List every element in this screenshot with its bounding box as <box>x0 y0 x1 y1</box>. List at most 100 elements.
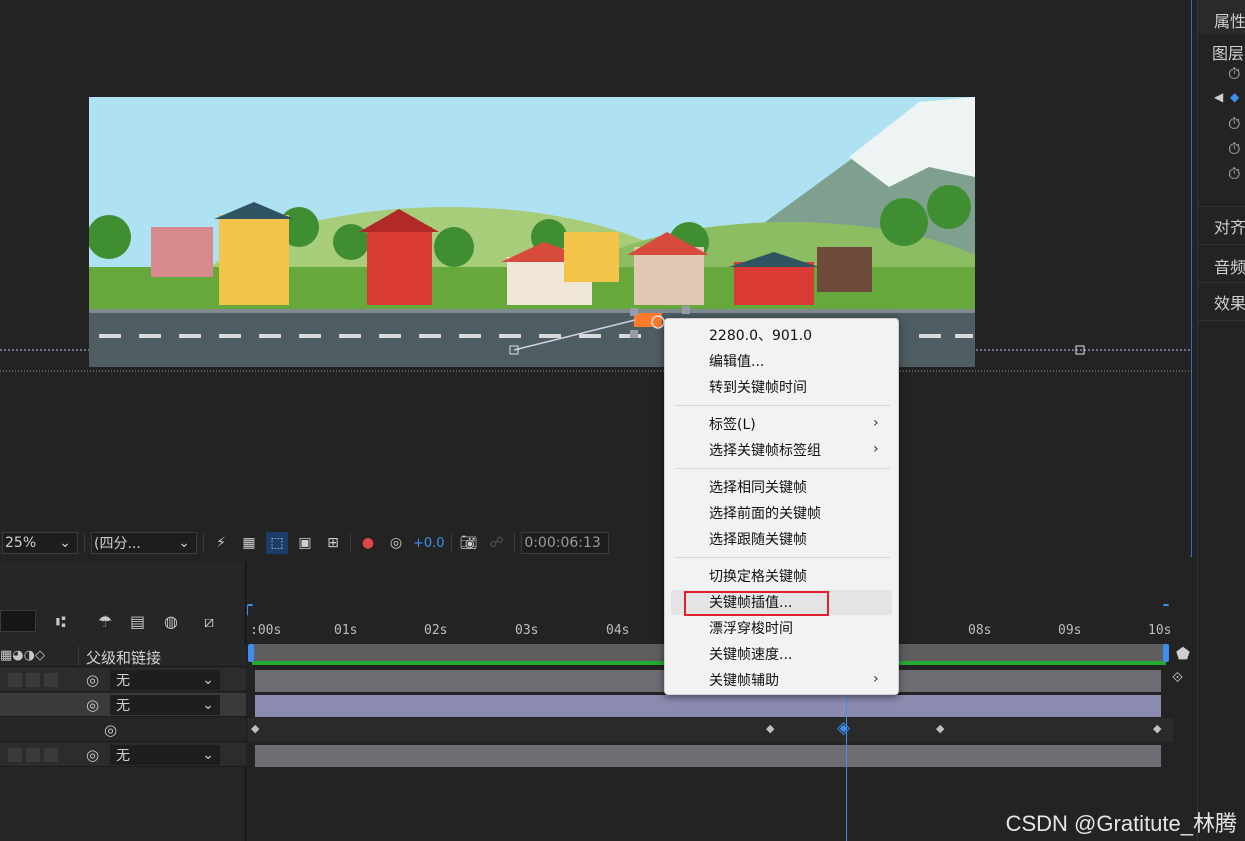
property-row[interactable]: ◎ <box>0 718 246 742</box>
parent-link-column-header[interactable]: 父级和链接 <box>86 647 161 668</box>
layer-row[interactable]: ◎ 无 ⌄ <box>0 668 246 692</box>
marker-icon[interactable]: ⬟ <box>1176 644 1190 663</box>
solo-switch[interactable] <box>44 698 58 712</box>
menu-item-label[interactable]: 标签(L) <box>709 413 756 437</box>
motion-blur-icon[interactable]: ◍ <box>164 612 178 631</box>
tick-label: 04s <box>606 623 630 638</box>
comp-end-marker[interactable] <box>1163 644 1169 662</box>
graph-editor-icon[interactable]: ⧄ <box>204 612 214 632</box>
parent-dropdown[interactable]: 无 ⌄ <box>110 745 220 765</box>
stopwatch-icon[interactable]: ⏱︎ <box>1228 64 1240 84</box>
audio-switch[interactable] <box>26 748 40 762</box>
transparency-grid-icon[interactable]: ▦ <box>238 532 260 554</box>
divider <box>1198 282 1245 283</box>
region-icon[interactable]: ▣ <box>294 532 316 554</box>
chevron-down-icon: ⌄ <box>202 747 214 763</box>
divider <box>203 533 204 553</box>
color-management-icon[interactable]: ◎ <box>385 532 407 554</box>
mask-path-icon[interactable]: ⬚ <box>266 532 288 554</box>
keyframe-diamond-icon[interactable]: ◆ <box>1153 722 1161 735</box>
stopwatch-icon[interactable]: ⏱︎ <box>1228 164 1240 184</box>
video-switch[interactable] <box>8 748 22 762</box>
menu-item-select-following-keyframes[interactable]: 选择跟随关键帧 <box>709 528 807 552</box>
comp-start-marker[interactable] <box>248 644 254 662</box>
menu-item-go-to-keyframe-time[interactable]: 转到关键帧时间 <box>709 376 807 400</box>
show-snapshot-icon[interactable]: ☍ <box>486 532 508 554</box>
parent-dropdown[interactable]: 无 ⌄ <box>110 670 220 690</box>
keyframe-navigator-icon[interactable]: ⟐ <box>1172 670 1183 686</box>
pick-whip-icon[interactable]: ◎ <box>86 746 99 764</box>
keyframe-diamond-icon[interactable]: ◆ <box>1230 90 1239 104</box>
keyframe-diamond-icon[interactable]: ◆ <box>936 722 944 735</box>
align-panel-tab[interactable]: 对齐 <box>1214 214 1245 238</box>
tick-label: 03s <box>515 623 539 638</box>
audio-panel-tab[interactable]: 音频 <box>1214 254 1245 278</box>
menu-item-select-label-group[interactable]: 选择关键帧标签组 <box>709 439 821 463</box>
fast-preview-icon[interactable]: ⚡ <box>210 532 232 554</box>
composition-viewer[interactable]: 25% ⌄ (四分... ⌄ ⚡ ▦ ⬚ ▣ ⊞ ● ◎ +0.0 📷︎ ☍ 0… <box>0 0 1192 557</box>
resolution-value: (四分... <box>94 536 141 552</box>
selected-keyframe-icon[interactable]: ◈ <box>837 718 850 738</box>
solo-switch[interactable] <box>44 748 58 762</box>
divider <box>450 533 452 553</box>
menu-separator <box>675 405 890 406</box>
shy-layers-icon[interactable]: ☂ <box>98 612 112 631</box>
menu-item-toggle-hold-keyframe[interactable]: 切换定格关键帧 <box>709 565 807 589</box>
menu-item-select-previous-keyframes[interactable]: 选择前面的关键帧 <box>709 502 821 526</box>
menu-item-keyframe-assistant[interactable]: 关键帧辅助 <box>709 669 779 693</box>
divider <box>513 533 515 553</box>
color-channels-icon[interactable]: ● <box>357 532 379 554</box>
layer-section-label[interactable]: 图层 <box>1212 40 1244 64</box>
menu-item-edit-value[interactable]: 编辑值... <box>709 350 764 374</box>
layer-track-bar-selected[interactable] <box>255 695 1161 717</box>
menu-item-value[interactable]: 2280.0、901.0 <box>709 324 812 348</box>
pick-whip-icon[interactable]: ◎ <box>104 721 117 739</box>
layer-row[interactable]: ◎ 无 ⌄ <box>0 743 246 767</box>
keyframe-context-menu: 2280.0、901.0 编辑值... 转到关键帧时间 标签(L) › 选择关键… <box>664 318 899 695</box>
pick-whip-icon[interactable]: ◎ <box>86 696 99 714</box>
layer-track-bar[interactable] <box>255 745 1161 767</box>
watermark: CSDN @Gratitute_林腾 <box>1005 811 1237 836</box>
divider <box>350 533 351 553</box>
camera-snapshot-icon[interactable]: 📷︎ <box>458 532 480 554</box>
current-time-field[interactable]: 0:00:06:13 <box>520 532 609 554</box>
pick-whip-icon[interactable]: ◎ <box>86 671 99 689</box>
divider <box>84 533 85 553</box>
audio-switch[interactable] <box>26 698 40 712</box>
guides-icon[interactable]: ⊞ <box>322 532 344 554</box>
menu-separator <box>675 557 890 558</box>
panel-title[interactable]: 属性 <box>1214 8 1245 32</box>
prev-keyframe-icon[interactable]: ◀ <box>1214 90 1223 104</box>
exposure-value[interactable]: +0.0 <box>413 536 445 551</box>
layer-list: ⑆ ☂ ▤ ◍ ⧄ ▦◕◑◇ 父级和链接 ◎ 无 ⌄ ◎ 无 ⌄ ◎ ◎ 无 ⌄ <box>0 562 246 841</box>
switches-icons: ▦◕◑◇ <box>0 648 45 663</box>
chevron-down-icon: ⌄ <box>202 697 214 713</box>
video-switch[interactable] <box>8 673 22 687</box>
zoom-dropdown[interactable]: 25% ⌄ <box>2 532 78 554</box>
divider <box>1198 320 1245 321</box>
audio-switch[interactable] <box>26 673 40 687</box>
chevron-down-icon: ⌄ <box>59 535 71 551</box>
video-switch[interactable] <box>8 698 22 712</box>
stopwatch-icon[interactable]: ⏱︎ <box>1228 114 1240 134</box>
menu-item-rove-across-time[interactable]: 漂浮穿梭时间 <box>709 617 793 641</box>
chevron-right-icon: › <box>873 415 879 431</box>
parent-dropdown[interactable]: 无 ⌄ <box>110 695 220 715</box>
menu-item-keyframe-velocity[interactable]: 关键帧速度... <box>709 643 792 667</box>
menu-item-select-equal-keyframes[interactable]: 选择相同关键帧 <box>709 476 807 500</box>
effects-panel-tab[interactable]: 效果 <box>1214 290 1245 314</box>
flowchart-icon[interactable]: ⑆ <box>56 612 66 631</box>
keyframe-diamond-icon[interactable]: ◆ <box>251 722 259 735</box>
chevron-right-icon: › <box>873 671 879 687</box>
annotation-highlight-box <box>684 591 829 616</box>
keyframe-track[interactable]: ◆ ◆ ◈ ◆ ◆ <box>248 718 1173 742</box>
tick-label: 10s <box>1148 623 1172 638</box>
search-input[interactable] <box>0 610 36 632</box>
stopwatch-icon[interactable]: ⏱︎ <box>1228 139 1240 159</box>
solo-switch[interactable] <box>44 673 58 687</box>
layer-row-selected[interactable]: ◎ 无 ⌄ <box>0 693 246 717</box>
parent-value: 无 <box>116 748 130 764</box>
resolution-dropdown[interactable]: (四分... ⌄ <box>91 532 197 554</box>
frame-blending-icon[interactable]: ▤ <box>130 612 145 631</box>
keyframe-diamond-icon[interactable]: ◆ <box>766 722 774 735</box>
